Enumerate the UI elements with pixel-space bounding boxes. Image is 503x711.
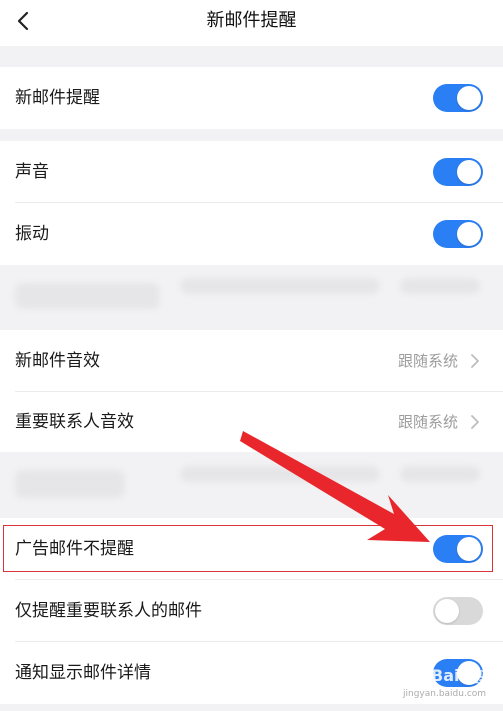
row-vip-sound[interactable]: 重要联系人音效 跟随系统 bbox=[0, 391, 503, 453]
row-show-details: 通知显示邮件详情 bbox=[0, 642, 503, 704]
no-ad-alert-toggle[interactable] bbox=[433, 535, 483, 563]
row-label: 重要联系人音效 bbox=[15, 412, 134, 432]
row-new-mail-alert: 新邮件提醒 bbox=[0, 67, 503, 129]
group-new-mail: 新邮件提醒 bbox=[0, 67, 503, 129]
group-sound-vibrate: 声音 振动 bbox=[0, 141, 503, 265]
row-label: 新邮件音效 bbox=[15, 351, 100, 371]
row-vibrate: 振动 bbox=[0, 203, 503, 265]
row-sound: 声音 bbox=[0, 141, 503, 203]
row-label: 广告邮件不提醒 bbox=[15, 539, 134, 559]
chevron-right-icon bbox=[471, 354, 479, 368]
sound-toggle[interactable] bbox=[433, 158, 483, 186]
toggle-knob bbox=[435, 599, 459, 623]
nav-header: 新邮件提醒 bbox=[0, 0, 503, 46]
blurred-text bbox=[400, 278, 480, 294]
group-sounds: 新邮件音效 跟随系统 重要联系人音效 跟随系统 bbox=[0, 330, 503, 452]
blurred-text bbox=[15, 470, 125, 498]
row-value: 跟随系统 bbox=[397, 352, 458, 370]
row-label: 声音 bbox=[15, 162, 49, 182]
vibrate-toggle[interactable] bbox=[433, 220, 483, 248]
row-label: 振动 bbox=[15, 224, 49, 244]
row-no-ad-alert: 广告邮件不提醒 bbox=[0, 518, 503, 580]
row-new-mail-sound[interactable]: 新邮件音效 跟随系统 bbox=[0, 330, 503, 392]
toggle-knob bbox=[457, 537, 481, 561]
page-title: 新邮件提醒 bbox=[206, 10, 297, 31]
vip-only-toggle[interactable] bbox=[433, 597, 483, 625]
blurred-text bbox=[400, 466, 480, 482]
new-mail-alert-toggle[interactable] bbox=[433, 84, 483, 112]
chevron-right-icon bbox=[471, 415, 479, 429]
toggle-knob bbox=[457, 661, 481, 685]
blurred-text bbox=[180, 278, 380, 294]
show-details-toggle[interactable] bbox=[433, 659, 483, 687]
row-label: 通知显示邮件详情 bbox=[15, 663, 151, 683]
row-label: 新邮件提醒 bbox=[15, 88, 100, 108]
toggle-knob bbox=[457, 160, 481, 184]
blurred-text bbox=[15, 283, 160, 309]
toggle-knob bbox=[457, 222, 481, 246]
settings-page: 新邮件提醒 新邮件提醒 声音 振动 新邮件音效 跟随系统 重要联系人音效 跟随系… bbox=[0, 0, 503, 711]
toggle-knob bbox=[457, 86, 481, 110]
blurred-text bbox=[180, 466, 380, 482]
group-alert-filters: 广告邮件不提醒 仅提醒重要联系人的邮件 通知显示邮件详情 bbox=[0, 518, 503, 704]
row-value: 跟随系统 bbox=[397, 413, 458, 431]
row-label: 仅提醒重要联系人的邮件 bbox=[15, 601, 202, 621]
row-vip-only: 仅提醒重要联系人的邮件 bbox=[0, 580, 503, 642]
